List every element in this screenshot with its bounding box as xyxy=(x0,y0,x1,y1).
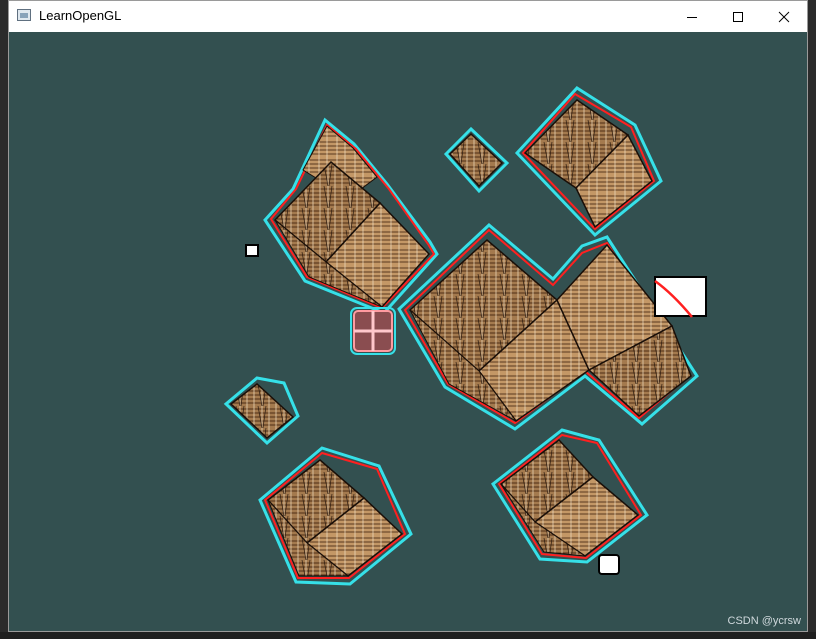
maximize-button[interactable] xyxy=(715,1,761,32)
white-marker-3 xyxy=(598,554,620,575)
title-bar[interactable]: LearnOpenGL xyxy=(9,1,807,32)
maximize-icon xyxy=(733,11,743,22)
minimize-icon xyxy=(687,16,697,18)
window-title: LearnOpenGL xyxy=(39,8,122,23)
opengl-viewport[interactable]: CSDN @ycrsw xyxy=(9,32,807,631)
app-window-icon xyxy=(17,9,31,21)
white-marker-1 xyxy=(245,244,259,257)
minimize-button[interactable] xyxy=(669,1,715,32)
white-marker-2 xyxy=(654,276,707,318)
crate-6 xyxy=(258,446,413,586)
scene-canvas xyxy=(223,86,707,586)
crate-4 xyxy=(397,222,699,431)
app-window: LearnOpenGL CSDN @ycrsw xyxy=(8,0,808,632)
watermark: CSDN @ycrsw xyxy=(727,615,802,627)
crate-1 xyxy=(263,117,439,315)
background-edge-glyphs xyxy=(0,357,8,377)
close-icon xyxy=(778,11,790,22)
crate-2 xyxy=(443,126,510,194)
taskbar-strip xyxy=(0,632,816,639)
crate-7 xyxy=(491,428,649,564)
crate-5 xyxy=(223,376,300,446)
glass-quad xyxy=(350,307,396,355)
close-button[interactable] xyxy=(761,1,807,32)
crate-3 xyxy=(514,86,663,238)
